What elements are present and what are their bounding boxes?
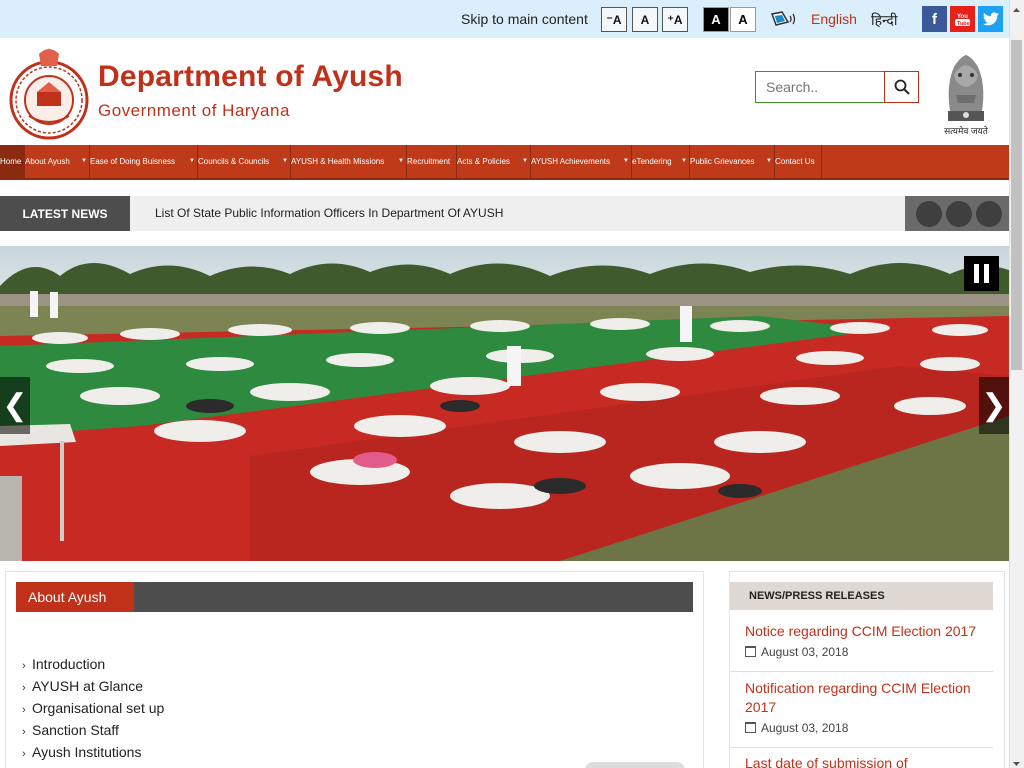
calendar-icon <box>745 646 756 657</box>
nav-item-label: AYUSH & Health Missions <box>291 157 385 166</box>
about-link-label: Sanction Staff <box>32 722 119 738</box>
about-link-ayush-at-glance[interactable]: › AYUSH at Glance <box>22 678 143 694</box>
news-prev-button[interactable] <box>916 201 942 227</box>
latest-news-headline[interactable]: List Of State Public Information Officer… <box>155 206 503 220</box>
twitter-icon[interactable] <box>978 6 1003 32</box>
about-link-label: AYUSH at Glance <box>32 678 144 694</box>
nav-item-ayush-health-missions[interactable]: AYUSH & Health Missions ▼ <box>291 145 407 178</box>
facebook-icon[interactable]: f <box>922 6 947 32</box>
caret-down-icon: ▼ <box>681 158 687 164</box>
nav-item-etendering[interactable]: eTendering ▼ <box>632 145 690 178</box>
nav-item-label: Contact Us <box>775 157 815 166</box>
news-pause-button[interactable] <box>946 201 972 227</box>
font-normal-button[interactable]: A <box>632 7 658 32</box>
chevron-right-icon: › <box>22 660 26 672</box>
nav-item-contact-us[interactable]: Contact Us <box>775 145 822 178</box>
nav-item-recruitment[interactable]: Recruitment <box>407 145 457 178</box>
haryana-emblem-logo[interactable] <box>9 42 89 141</box>
slider-prev-arrow[interactable]: ❮ <box>0 377 30 434</box>
hindi-language-link[interactable]: हिन्दी <box>871 11 897 30</box>
about-link-ayush-institutions[interactable]: › Ayush Institutions <box>22 744 141 760</box>
press-item-date: August 03, 2018 <box>745 645 848 659</box>
search-input[interactable] <box>766 79 881 95</box>
chevron-right-icon: › <box>22 682 26 694</box>
about-link-label: Ayush Institutions <box>32 744 142 760</box>
youtube-icon[interactable]: You Tube <box>950 6 975 32</box>
nav-item-label: About Ayush <box>25 157 70 166</box>
nav-item-label: Recruitment <box>407 157 451 166</box>
press-item-title[interactable]: Notice regarding CCIM Election 2017 <box>745 622 977 641</box>
nav-item-public-grievances[interactable]: Public Grievances ▼ <box>690 145 775 178</box>
press-releases-heading: NEWS/PRESS RELEASES <box>730 582 993 610</box>
nav-item-about-ayush[interactable]: About Ayush ▼ <box>25 145 90 178</box>
divider <box>730 671 993 672</box>
about-link-organisational-setup[interactable]: › Organisational set up <box>22 700 164 716</box>
about-link-sanction-staff[interactable]: › Sanction Staff <box>22 722 119 738</box>
press-item-date: August 03, 2018 <box>745 721 848 735</box>
nav-item-councils[interactable]: Councils & Councils ▼ <box>198 145 291 178</box>
svg-text:Tube: Tube <box>957 21 970 27</box>
caret-down-icon: ▼ <box>623 158 629 164</box>
search-icon <box>894 79 910 95</box>
latest-news-bar <box>0 196 1009 231</box>
skip-to-main-link[interactable]: Skip to main content <box>461 11 588 27</box>
latest-news-label: LATEST NEWS <box>0 196 130 231</box>
press-item-title[interactable]: Notification regarding CCIM Election 201… <box>745 679 977 717</box>
about-link-label: Organisational set up <box>32 700 165 716</box>
nav-item-label: Ease of Doing Buisness <box>90 157 175 166</box>
calendar-icon <box>745 722 756 733</box>
caret-down-icon: ▼ <box>282 158 288 164</box>
screen-reader-icon[interactable] <box>770 10 798 28</box>
nav-item-acts-policies[interactable]: Acts & Policies ▼ <box>457 145 531 178</box>
hero-slider-image <box>0 246 1009 561</box>
about-link-introduction[interactable]: › Introduction <box>22 656 105 672</box>
page: Skip to main content ⁻A A ⁺A A A English… <box>0 0 1024 768</box>
chevron-right-icon: › <box>22 726 26 738</box>
main-navigation: Home About Ayush ▼ Ease of Doing Buisness… <box>0 145 1009 180</box>
emblem-motto: सत्यमेव जयते <box>944 126 988 136</box>
nav-item-ease-of-doing-business[interactable]: Ease of Doing Buisness ▼ <box>90 145 198 178</box>
caret-down-icon: ▼ <box>766 158 772 164</box>
press-date-text: August 03, 2018 <box>761 721 849 735</box>
press-item-title[interactable]: Last date of submission of <box>745 754 977 768</box>
slider-pause-button[interactable] <box>964 256 999 291</box>
search-button[interactable] <box>884 71 919 103</box>
nav-item-home[interactable]: Home <box>0 145 25 178</box>
nav-item-label: Acts & Policies <box>457 157 510 166</box>
normal-contrast-button[interactable]: A <box>730 7 756 32</box>
nav-item-label: Home <box>0 157 22 166</box>
divider <box>730 747 993 748</box>
font-increase-button[interactable]: ⁺A <box>662 7 688 32</box>
scrollbar-thumb[interactable] <box>1011 40 1022 370</box>
svg-text:You: You <box>957 14 968 20</box>
nav-item-label: eTendering <box>632 157 672 166</box>
nav-item-label: Public Grievances <box>690 157 755 166</box>
nav-item-ayush-achievements[interactable]: AYUSH Achievements ▼ <box>531 145 632 178</box>
high-contrast-button[interactable]: A <box>703 7 729 32</box>
english-language-link[interactable]: English <box>811 11 857 27</box>
nav-item-label: Councils & Councils <box>198 157 270 166</box>
about-link-label: Introduction <box>32 656 106 672</box>
news-next-button[interactable] <box>976 201 1002 227</box>
scroll-up-icon[interactable] <box>1011 2 1022 12</box>
press-date-text: August 03, 2018 <box>761 645 849 659</box>
slider-next-arrow[interactable]: ❯ <box>979 377 1009 434</box>
caret-down-icon: ▼ <box>189 158 195 164</box>
site-title[interactable]: Department of Ayush <box>98 60 403 94</box>
read-more-button[interactable] <box>585 762 685 768</box>
site-subtitle: Government of Haryana <box>98 101 290 120</box>
caret-down-icon: ▼ <box>398 158 404 164</box>
about-ayush-heading: About Ayush <box>16 582 134 612</box>
nav-item-label: AYUSH Achievements <box>531 157 610 166</box>
chevron-right-icon: › <box>22 704 26 716</box>
font-decrease-button[interactable]: ⁻A <box>601 7 627 32</box>
caret-down-icon: ▼ <box>81 158 87 164</box>
scroll-down-icon[interactable] <box>1011 756 1022 766</box>
caret-down-icon: ▼ <box>522 158 528 164</box>
chevron-right-icon: › <box>22 748 26 760</box>
